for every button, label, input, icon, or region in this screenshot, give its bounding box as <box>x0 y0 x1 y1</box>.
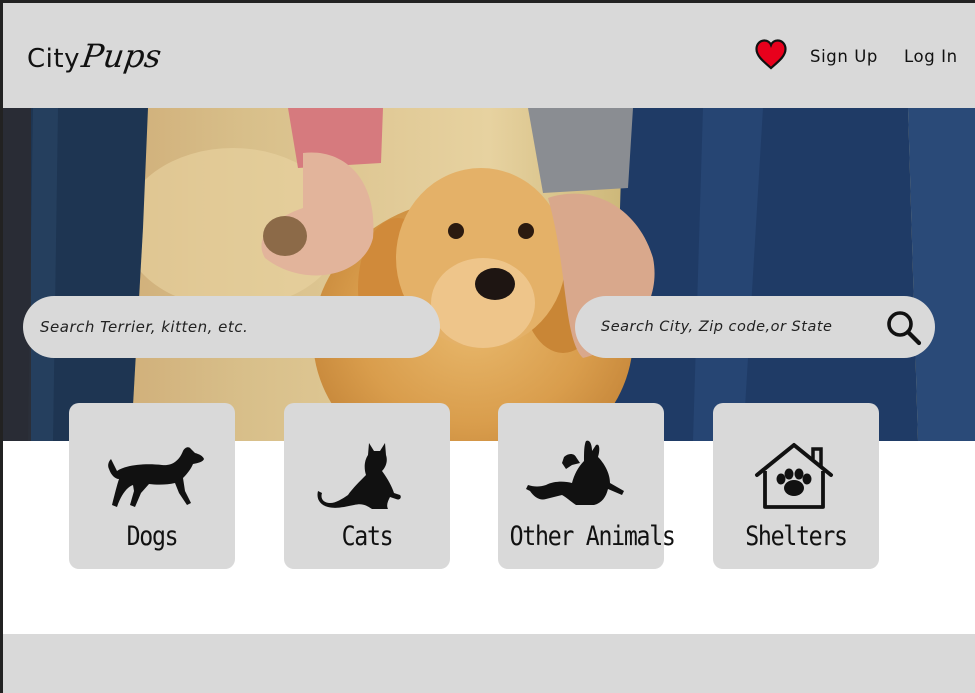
footer <box>3 634 975 693</box>
log-in-link[interactable]: Log In <box>904 47 958 66</box>
sign-up-link[interactable]: Sign Up <box>810 47 878 66</box>
location-search-box <box>575 296 935 358</box>
category-other-animals-label: Other Animals <box>509 521 676 552</box>
pet-search-box <box>23 296 440 358</box>
category-shelters-label: Shelters <box>745 521 848 552</box>
hero-photo-puppy <box>3 108 975 441</box>
search-icon[interactable] <box>885 309 923 347</box>
hero-image <box>3 108 975 441</box>
category-dogs[interactable]: Dogs <box>69 403 235 569</box>
heart-icon[interactable] <box>755 39 787 71</box>
app-frame: City Pups Sign Up Log In Search Terrier,… <box>3 3 975 693</box>
category-shelters[interactable]: Shelters <box>713 403 879 569</box>
logo[interactable]: City Pups <box>27 37 164 75</box>
category-other-animals[interactable]: Other Animals <box>498 403 676 569</box>
location-search-input[interactable] <box>599 318 873 336</box>
shelter-icon <box>755 443 833 509</box>
dog-icon <box>108 447 204 507</box>
logo-pups: Pups <box>79 37 164 75</box>
category-cats[interactable]: Cats <box>284 403 450 569</box>
pet-search-input[interactable] <box>38 317 440 337</box>
cat-icon <box>317 443 401 509</box>
logo-city: City <box>27 44 80 74</box>
other-animals-icon <box>526 440 624 505</box>
category-dogs-label: Dogs <box>126 521 179 552</box>
category-cats-label: Cats <box>341 521 394 552</box>
header: City Pups Sign Up Log In <box>3 3 975 108</box>
